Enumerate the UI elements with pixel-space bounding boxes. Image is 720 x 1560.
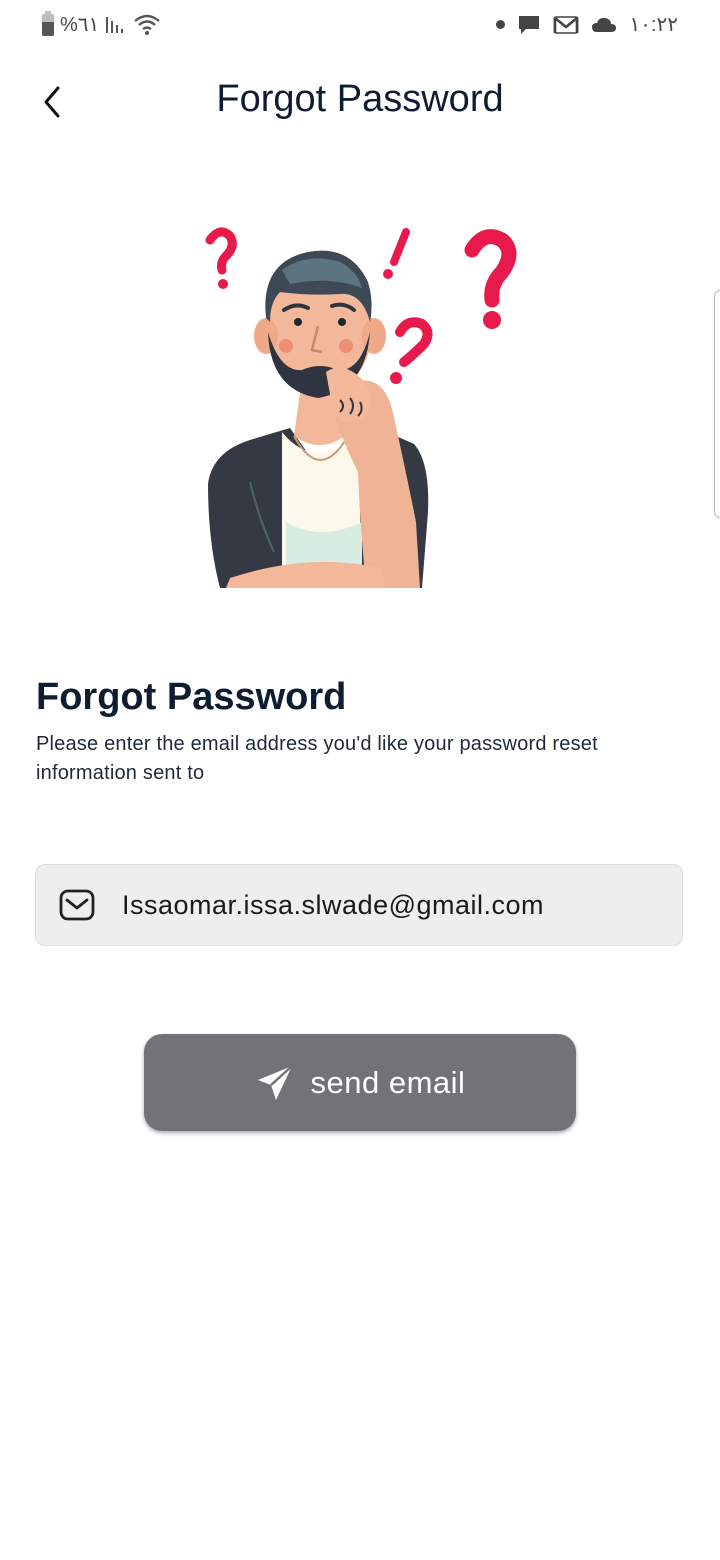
battery-icon — [42, 10, 54, 36]
page-title: Forgot Password — [216, 78, 504, 120]
section-title: Forgot Password — [36, 676, 347, 718]
gmail-icon — [554, 15, 579, 34]
cloud-icon — [592, 17, 617, 32]
edge-panel-handle[interactable] — [714, 290, 720, 518]
paper-plane-icon — [257, 1064, 293, 1100]
send-email-label: send email — [310, 1064, 466, 1100]
send-email-button[interactable]: send email — [144, 1034, 576, 1131]
envelope-icon — [59, 889, 95, 921]
status-time: ١٠:٢٢ — [629, 14, 678, 36]
status-right: ١٠:٢٢ — [496, 12, 678, 37]
status-bar: %٦١ ١٠:٢٢ — [0, 0, 720, 52]
wifi-icon — [134, 14, 161, 35]
question-mark-icon — [205, 227, 237, 275]
battery-percentage: %٦١ — [60, 14, 100, 36]
instruction-text: Please enter the email address you'd lik… — [36, 733, 598, 784]
status-left: %٦١ — [42, 10, 161, 37]
chat-icon — [519, 15, 540, 34]
confused-man-illustration — [205, 227, 517, 588]
signal-icon — [106, 16, 124, 33]
dot-icon — [496, 20, 506, 29]
email-input[interactable]: Issaomar.issa.slwade@gmail.com — [122, 890, 544, 921]
email-field[interactable]: Issaomar.issa.slwade@gmail.com — [35, 864, 683, 946]
